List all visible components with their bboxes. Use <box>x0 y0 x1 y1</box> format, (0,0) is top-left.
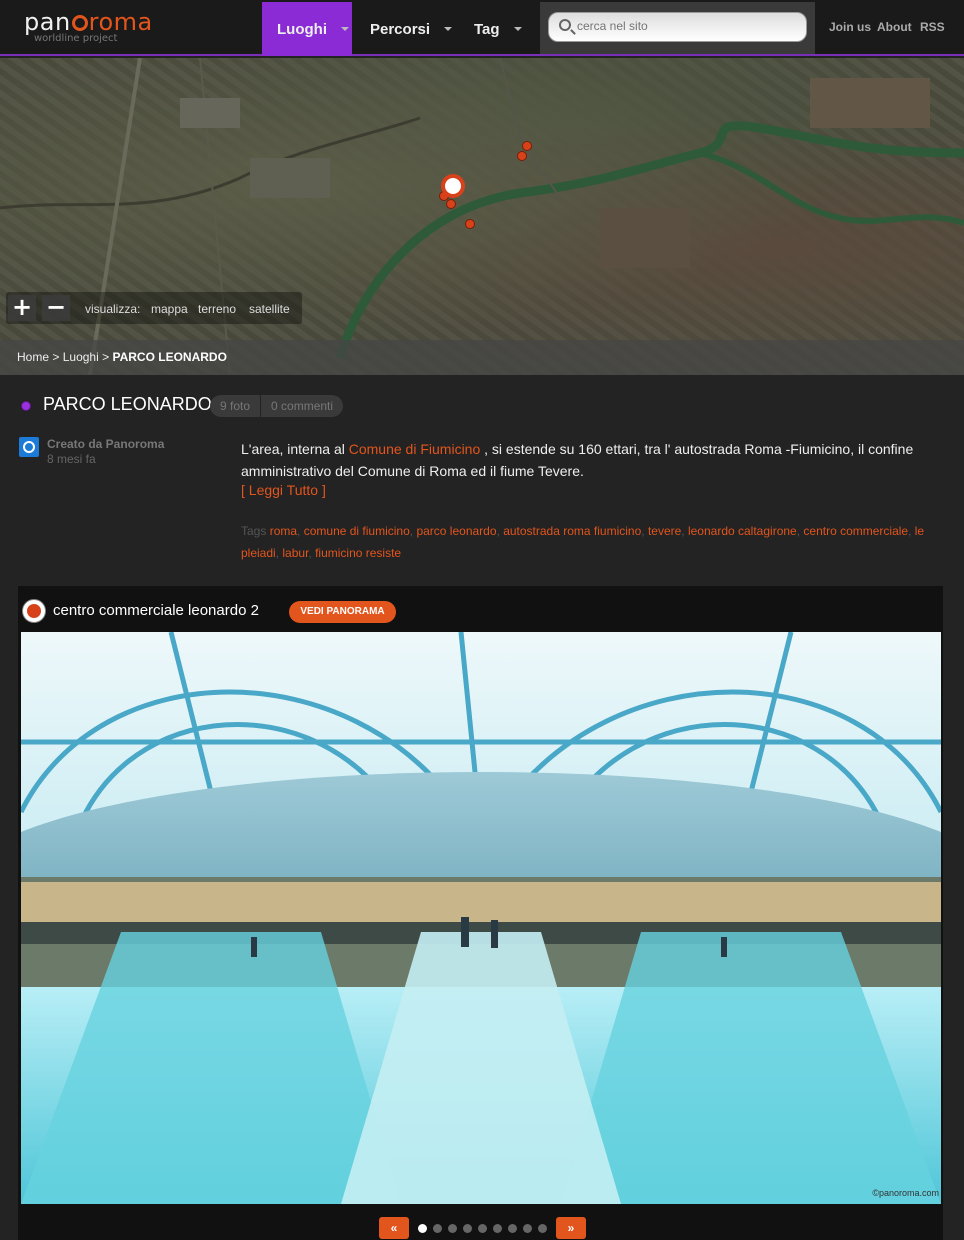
place-dot-icon <box>21 401 31 411</box>
pager-dots <box>415 1223 550 1233</box>
chevron-down-icon <box>340 27 349 31</box>
map-controls: + − visualizza: mappa terreno satellite <box>6 292 302 324</box>
read-more-link[interactable]: [ Leggi Tutto ] <box>241 482 326 498</box>
desc-link-comune[interactable]: Comune di Fiumicino <box>349 441 481 457</box>
tag-link[interactable]: tevere <box>648 524 681 538</box>
nav-tag-label: Tag <box>474 20 500 38</box>
breadcrumb-separator: > <box>52 350 60 364</box>
map-marker[interactable] <box>446 199 456 209</box>
map-marker[interactable] <box>522 141 532 151</box>
pager-dot[interactable] <box>448 1223 457 1233</box>
nav-luoghi[interactable]: Luoghi <box>262 2 352 56</box>
author-name[interactable]: Creato da Panoroma <box>47 437 164 451</box>
panorama-pager: « » <box>379 1217 586 1239</box>
breadcrumb-current: PARCO LEONARDO <box>112 350 227 364</box>
pager-dot[interactable] <box>523 1223 532 1233</box>
top-navbar: pan roma worldline project Luoghi Percors… <box>0 0 964 56</box>
breadcrumb-separator: > <box>102 350 110 364</box>
search-icon <box>559 19 571 31</box>
next-button[interactable]: » <box>556 1217 586 1239</box>
tag-link[interactable]: leonardo caltagirone <box>688 524 797 538</box>
tag-list: Tags roma, comune di fiumicino, parco le… <box>241 524 925 560</box>
nav-tag[interactable]: Tag <box>474 2 524 56</box>
map-marker[interactable] <box>465 219 475 229</box>
chevron-down-icon <box>444 27 453 31</box>
about-link[interactable]: About <box>877 20 912 34</box>
tag-link[interactable]: autostrada roma fiumicino <box>503 524 641 538</box>
nav-percorsi[interactable]: Percorsi <box>370 2 453 56</box>
zoom-out-button[interactable]: − <box>42 295 70 321</box>
page-title: PARCO LEONARDO <box>43 394 212 414</box>
breadcrumb-home[interactable]: Home <box>17 350 49 364</box>
avatar-icon <box>19 437 39 457</box>
photo-count[interactable]: 9 foto <box>210 395 260 417</box>
breadcrumb: Home > Luoghi > PARCO LEONARDO <box>17 350 227 364</box>
place-counts: 9 foto 0 commenti <box>210 395 344 417</box>
panorama-title[interactable]: centro commerciale leonardo 2 <box>53 602 259 619</box>
chevron-down-icon <box>513 27 522 31</box>
nav-luoghi-label: Luoghi <box>277 20 327 38</box>
search-box[interactable] <box>548 12 807 42</box>
pager-dot[interactable] <box>538 1223 547 1233</box>
logo-text-pan: pan <box>24 8 71 36</box>
logo[interactable]: pan roma worldline project <box>24 8 153 44</box>
join-us-link[interactable]: Join us <box>829 20 871 34</box>
place-description: L'area, interna al Comune di Fiumicino ,… <box>241 438 941 482</box>
view-option-terreno[interactable]: terreno <box>198 302 236 316</box>
view-panorama-button[interactable]: VEDI PANORAMA <box>289 601 396 623</box>
tag-link[interactable]: labur <box>282 546 308 560</box>
map-marker[interactable] <box>517 151 527 161</box>
desc-text-before: L'area, interna al <box>241 441 349 457</box>
comment-count[interactable]: 0 commenti <box>260 395 343 417</box>
tag-link[interactable]: fiumicino resiste <box>315 546 401 560</box>
pager-dot[interactable] <box>493 1223 502 1233</box>
breadcrumb-luoghi[interactable]: Luoghi <box>63 350 99 364</box>
author-time: 8 mesi fa <box>47 452 96 466</box>
tag-link[interactable]: roma <box>270 524 297 538</box>
nav-percorsi-label: Percorsi <box>370 20 431 38</box>
pager-dot[interactable] <box>508 1223 517 1233</box>
tag-link[interactable]: parco leonardo <box>416 524 496 538</box>
map-marker-selected[interactable] <box>441 174 465 198</box>
view-option-mappa[interactable]: mappa <box>151 302 188 316</box>
satellite-map[interactable]: + − visualizza: mappa terreno satellite <box>0 58 964 375</box>
pager-dot[interactable] <box>478 1223 487 1233</box>
view-label: visualizza: <box>85 302 141 316</box>
pager-dot[interactable] <box>463 1223 472 1233</box>
pager-dot[interactable] <box>418 1223 427 1233</box>
tag-link[interactable]: centro commerciale <box>803 524 908 538</box>
panorama-image[interactable]: ©panoroma.com <box>21 632 941 1204</box>
panorama-credit: ©panoroma.com <box>872 1188 939 1198</box>
rss-link[interactable]: RSS <box>920 20 945 34</box>
panorama-panel: centro commerciale leonardo 2 VEDI PANOR… <box>18 586 943 1240</box>
search-area <box>540 2 815 54</box>
zoom-in-button[interactable]: + <box>8 295 36 321</box>
map-rivers <box>0 58 964 375</box>
view-option-satellite[interactable]: satellite <box>249 302 290 316</box>
logo-o-icon <box>71 15 88 31</box>
search-input[interactable] <box>577 19 797 33</box>
logo-text-roma: roma <box>88 8 153 36</box>
panorama-icon <box>23 600 45 622</box>
tag-link[interactable]: comune di fiumicino <box>304 524 410 538</box>
pager-dot[interactable] <box>433 1223 442 1233</box>
prev-button[interactable]: « <box>379 1217 409 1239</box>
tags-label: Tags <box>241 524 267 538</box>
panorama-illustration <box>21 632 941 1204</box>
breadcrumb-bar: Home > Luoghi > PARCO LEONARDO <box>0 340 964 375</box>
